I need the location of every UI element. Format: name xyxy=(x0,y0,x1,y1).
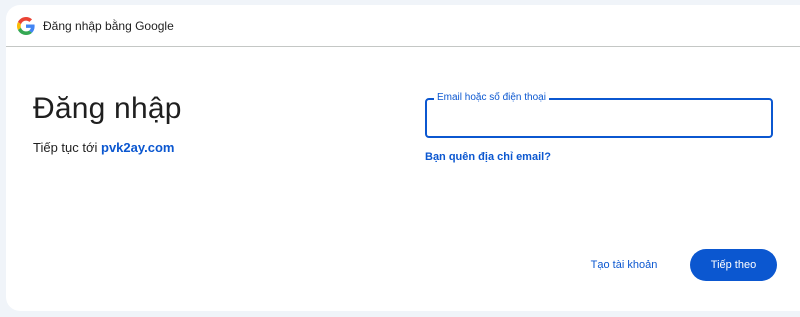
subtitle-prefix: Tiếp tục tới xyxy=(33,140,102,155)
email-field-label: Email hoặc số điện thoại xyxy=(434,92,549,103)
forgot-email-link[interactable]: Bạn quên địa chỉ email? xyxy=(425,151,551,163)
header-title: Đăng nhập bằng Google xyxy=(43,19,174,33)
next-button[interactable]: Tiếp theo xyxy=(690,249,777,281)
create-account-button[interactable]: Tạo tài khoản xyxy=(578,249,670,281)
sign-in-card: Đăng nhập bằng Google Đăng nhập Tiếp tục… xyxy=(6,5,800,311)
google-g-icon xyxy=(17,17,35,35)
subtitle: Tiếp tục tới pvk2ay.com xyxy=(33,140,174,155)
email-input[interactable] xyxy=(437,109,757,129)
subtitle-domain: pvk2ay.com xyxy=(101,140,175,155)
email-field[interactable]: Email hoặc số điện thoại xyxy=(425,92,773,138)
page-title: Đăng nhập xyxy=(33,92,182,125)
header-bar: Đăng nhập bằng Google xyxy=(6,5,800,47)
